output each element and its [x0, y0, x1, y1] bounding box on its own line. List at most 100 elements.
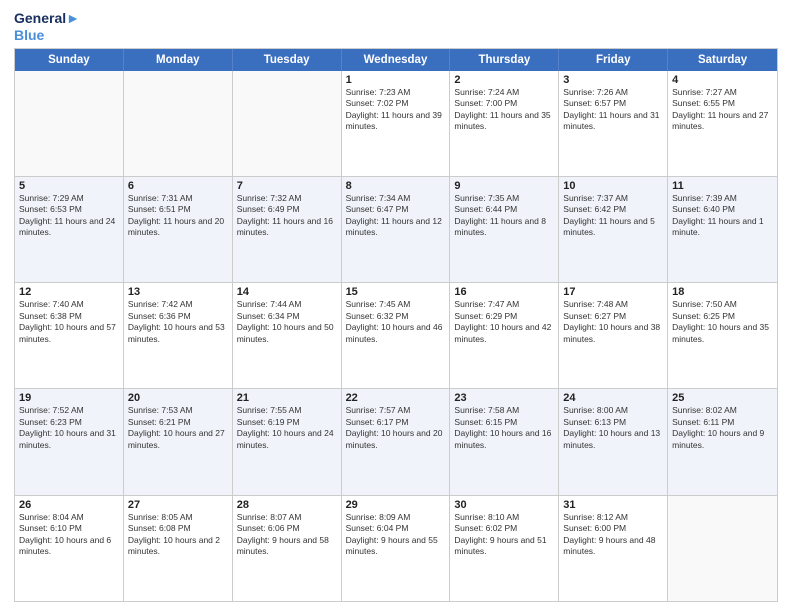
day-cell-25: 25Sunrise: 8:02 AM Sunset: 6:11 PM Dayli…: [668, 389, 777, 494]
day-info: Sunrise: 7:37 AM Sunset: 6:42 PM Dayligh…: [563, 193, 663, 239]
page-header: General► Blue: [14, 10, 778, 44]
day-info: Sunrise: 7:29 AM Sunset: 6:53 PM Dayligh…: [19, 193, 119, 239]
day-cell-11: 11Sunrise: 7:39 AM Sunset: 6:40 PM Dayli…: [668, 177, 777, 282]
day-info: Sunrise: 7:31 AM Sunset: 6:51 PM Dayligh…: [128, 193, 228, 239]
day-number: 28: [237, 499, 337, 511]
day-cell-18: 18Sunrise: 7:50 AM Sunset: 6:25 PM Dayli…: [668, 283, 777, 388]
day-cell-empty-w0d0: [15, 71, 124, 176]
day-number: 7: [237, 180, 337, 192]
day-number: 22: [346, 392, 446, 404]
day-info: Sunrise: 8:00 AM Sunset: 6:13 PM Dayligh…: [563, 405, 663, 451]
day-header-monday: Monday: [124, 49, 233, 71]
day-cell-1: 1Sunrise: 7:23 AM Sunset: 7:02 PM Daylig…: [342, 71, 451, 176]
day-info: Sunrise: 8:04 AM Sunset: 6:10 PM Dayligh…: [19, 512, 119, 558]
day-number: 10: [563, 180, 663, 192]
day-info: Sunrise: 7:53 AM Sunset: 6:21 PM Dayligh…: [128, 405, 228, 451]
day-header-saturday: Saturday: [668, 49, 777, 71]
day-number: 30: [454, 499, 554, 511]
day-number: 12: [19, 286, 119, 298]
day-number: 8: [346, 180, 446, 192]
day-header-tuesday: Tuesday: [233, 49, 342, 71]
day-number: 11: [672, 180, 773, 192]
day-info: Sunrise: 8:07 AM Sunset: 6:06 PM Dayligh…: [237, 512, 337, 558]
calendar-header: SundayMondayTuesdayWednesdayThursdayFrid…: [15, 49, 777, 71]
day-cell-15: 15Sunrise: 7:45 AM Sunset: 6:32 PM Dayli…: [342, 283, 451, 388]
day-cell-17: 17Sunrise: 7:48 AM Sunset: 6:27 PM Dayli…: [559, 283, 668, 388]
day-cell-12: 12Sunrise: 7:40 AM Sunset: 6:38 PM Dayli…: [15, 283, 124, 388]
day-info: Sunrise: 7:50 AM Sunset: 6:25 PM Dayligh…: [672, 299, 773, 345]
week-row-1: 1Sunrise: 7:23 AM Sunset: 7:02 PM Daylig…: [15, 71, 777, 177]
day-number: 6: [128, 180, 228, 192]
day-cell-14: 14Sunrise: 7:44 AM Sunset: 6:34 PM Dayli…: [233, 283, 342, 388]
day-number: 16: [454, 286, 554, 298]
day-cell-21: 21Sunrise: 7:55 AM Sunset: 6:19 PM Dayli…: [233, 389, 342, 494]
day-info: Sunrise: 7:27 AM Sunset: 6:55 PM Dayligh…: [672, 87, 773, 133]
day-cell-10: 10Sunrise: 7:37 AM Sunset: 6:42 PM Dayli…: [559, 177, 668, 282]
day-cell-4: 4Sunrise: 7:27 AM Sunset: 6:55 PM Daylig…: [668, 71, 777, 176]
day-cell-23: 23Sunrise: 7:58 AM Sunset: 6:15 PM Dayli…: [450, 389, 559, 494]
day-info: Sunrise: 7:40 AM Sunset: 6:38 PM Dayligh…: [19, 299, 119, 345]
day-info: Sunrise: 7:35 AM Sunset: 6:44 PM Dayligh…: [454, 193, 554, 239]
day-cell-8: 8Sunrise: 7:34 AM Sunset: 6:47 PM Daylig…: [342, 177, 451, 282]
day-info: Sunrise: 8:09 AM Sunset: 6:04 PM Dayligh…: [346, 512, 446, 558]
day-info: Sunrise: 8:02 AM Sunset: 6:11 PM Dayligh…: [672, 405, 773, 451]
day-cell-28: 28Sunrise: 8:07 AM Sunset: 6:06 PM Dayli…: [233, 496, 342, 601]
day-header-friday: Friday: [559, 49, 668, 71]
day-info: Sunrise: 7:23 AM Sunset: 7:02 PM Dayligh…: [346, 87, 446, 133]
day-cell-9: 9Sunrise: 7:35 AM Sunset: 6:44 PM Daylig…: [450, 177, 559, 282]
day-cell-22: 22Sunrise: 7:57 AM Sunset: 6:17 PM Dayli…: [342, 389, 451, 494]
day-cell-29: 29Sunrise: 8:09 AM Sunset: 6:04 PM Dayli…: [342, 496, 451, 601]
day-info: Sunrise: 7:45 AM Sunset: 6:32 PM Dayligh…: [346, 299, 446, 345]
week-row-2: 5Sunrise: 7:29 AM Sunset: 6:53 PM Daylig…: [15, 177, 777, 283]
calendar: SundayMondayTuesdayWednesdayThursdayFrid…: [14, 48, 778, 602]
day-header-thursday: Thursday: [450, 49, 559, 71]
day-cell-7: 7Sunrise: 7:32 AM Sunset: 6:49 PM Daylig…: [233, 177, 342, 282]
day-info: Sunrise: 7:44 AM Sunset: 6:34 PM Dayligh…: [237, 299, 337, 345]
day-number: 26: [19, 499, 119, 511]
day-number: 17: [563, 286, 663, 298]
calendar-body: 1Sunrise: 7:23 AM Sunset: 7:02 PM Daylig…: [15, 71, 777, 601]
day-cell-3: 3Sunrise: 7:26 AM Sunset: 6:57 PM Daylig…: [559, 71, 668, 176]
day-cell-27: 27Sunrise: 8:05 AM Sunset: 6:08 PM Dayli…: [124, 496, 233, 601]
day-header-sunday: Sunday: [15, 49, 124, 71]
day-number: 19: [19, 392, 119, 404]
day-info: Sunrise: 7:47 AM Sunset: 6:29 PM Dayligh…: [454, 299, 554, 345]
day-cell-30: 30Sunrise: 8:10 AM Sunset: 6:02 PM Dayli…: [450, 496, 559, 601]
day-info: Sunrise: 7:57 AM Sunset: 6:17 PM Dayligh…: [346, 405, 446, 451]
day-info: Sunrise: 8:05 AM Sunset: 6:08 PM Dayligh…: [128, 512, 228, 558]
day-info: Sunrise: 7:42 AM Sunset: 6:36 PM Dayligh…: [128, 299, 228, 345]
day-number: 25: [672, 392, 773, 404]
day-info: Sunrise: 8:10 AM Sunset: 6:02 PM Dayligh…: [454, 512, 554, 558]
day-number: 24: [563, 392, 663, 404]
day-number: 27: [128, 499, 228, 511]
week-row-4: 19Sunrise: 7:52 AM Sunset: 6:23 PM Dayli…: [15, 389, 777, 495]
day-cell-6: 6Sunrise: 7:31 AM Sunset: 6:51 PM Daylig…: [124, 177, 233, 282]
day-cell-20: 20Sunrise: 7:53 AM Sunset: 6:21 PM Dayli…: [124, 389, 233, 494]
day-cell-31: 31Sunrise: 8:12 AM Sunset: 6:00 PM Dayli…: [559, 496, 668, 601]
day-number: 31: [563, 499, 663, 511]
day-number: 29: [346, 499, 446, 511]
week-row-3: 12Sunrise: 7:40 AM Sunset: 6:38 PM Dayli…: [15, 283, 777, 389]
day-cell-16: 16Sunrise: 7:47 AM Sunset: 6:29 PM Dayli…: [450, 283, 559, 388]
day-cell-empty-w0d1: [124, 71, 233, 176]
day-info: Sunrise: 7:39 AM Sunset: 6:40 PM Dayligh…: [672, 193, 773, 239]
day-info: Sunrise: 7:55 AM Sunset: 6:19 PM Dayligh…: [237, 405, 337, 451]
day-info: Sunrise: 7:48 AM Sunset: 6:27 PM Dayligh…: [563, 299, 663, 345]
day-cell-2: 2Sunrise: 7:24 AM Sunset: 7:00 PM Daylig…: [450, 71, 559, 176]
day-number: 14: [237, 286, 337, 298]
day-number: 4: [672, 74, 773, 86]
day-cell-13: 13Sunrise: 7:42 AM Sunset: 6:36 PM Dayli…: [124, 283, 233, 388]
day-number: 13: [128, 286, 228, 298]
day-info: Sunrise: 7:24 AM Sunset: 7:00 PM Dayligh…: [454, 87, 554, 133]
day-info: Sunrise: 7:26 AM Sunset: 6:57 PM Dayligh…: [563, 87, 663, 133]
day-number: 20: [128, 392, 228, 404]
day-cell-26: 26Sunrise: 8:04 AM Sunset: 6:10 PM Dayli…: [15, 496, 124, 601]
day-number: 3: [563, 74, 663, 86]
day-number: 1: [346, 74, 446, 86]
day-cell-empty-w0d2: [233, 71, 342, 176]
day-number: 9: [454, 180, 554, 192]
day-cell-24: 24Sunrise: 8:00 AM Sunset: 6:13 PM Dayli…: [559, 389, 668, 494]
day-info: Sunrise: 7:58 AM Sunset: 6:15 PM Dayligh…: [454, 405, 554, 451]
day-number: 15: [346, 286, 446, 298]
day-info: Sunrise: 7:32 AM Sunset: 6:49 PM Dayligh…: [237, 193, 337, 239]
